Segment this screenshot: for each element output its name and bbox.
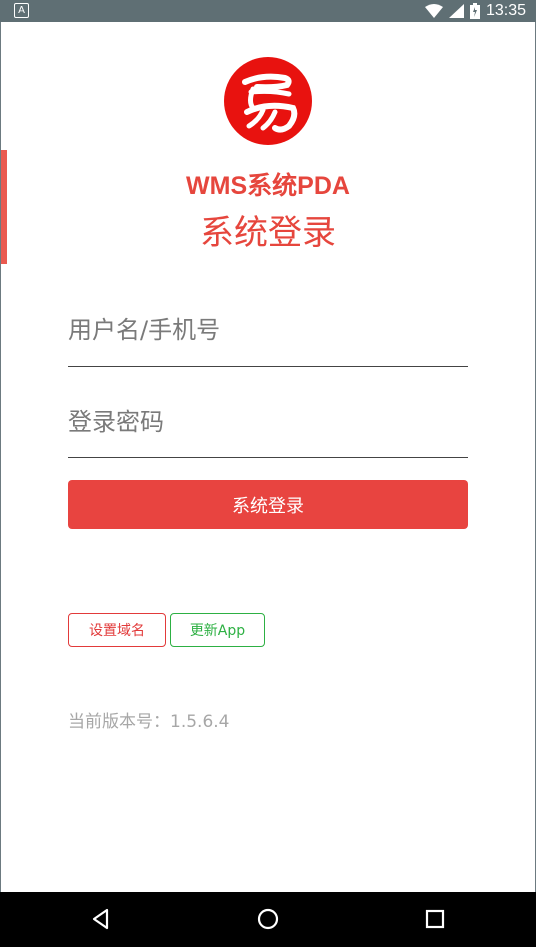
- navigation-bar: [0, 892, 536, 947]
- status-icons: 13:35: [424, 0, 526, 22]
- username-underline: [68, 366, 468, 367]
- recents-icon[interactable]: [420, 904, 450, 934]
- login-button[interactable]: 系统登录: [68, 480, 468, 529]
- home-icon[interactable]: [253, 904, 283, 934]
- set-domain-button[interactable]: 设置域名: [68, 613, 166, 647]
- notification-icon: A: [14, 3, 29, 18]
- update-app-button[interactable]: 更新App: [170, 613, 265, 647]
- username-input[interactable]: [68, 310, 468, 350]
- version-label: 当前版本号：1.5.6.4: [68, 712, 230, 732]
- wifi-icon: [424, 4, 443, 18]
- back-icon[interactable]: [86, 904, 116, 934]
- battery-icon: [469, 3, 480, 19]
- yi-logo-icon: [224, 57, 312, 145]
- username-field-wrapper: [68, 310, 468, 350]
- status-bar: A 13:35: [0, 0, 536, 22]
- password-underline: [68, 457, 468, 458]
- password-input[interactable]: [68, 402, 468, 442]
- login-title: 系统登录: [200, 213, 336, 253]
- password-field-wrapper: [68, 402, 468, 442]
- clock: 13:35: [485, 2, 526, 19]
- app-title: WMS系统PDA: [186, 172, 350, 200]
- signal-icon: [448, 4, 464, 18]
